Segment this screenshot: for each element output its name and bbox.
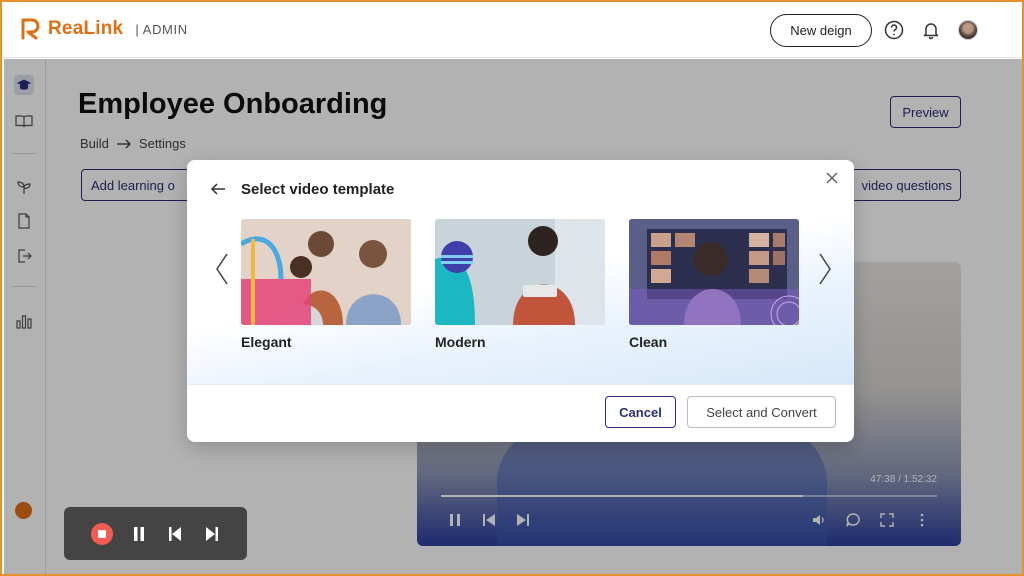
modal-title: Select video template <box>241 181 395 198</box>
chevron-right-icon[interactable] <box>817 252 833 286</box>
logo[interactable]: ReaLink | ADMIN <box>20 17 188 41</box>
template-label: Elegant <box>241 334 292 350</box>
pause-icon[interactable] <box>128 523 150 545</box>
template-card-clean[interactable]: Clean <box>629 219 799 350</box>
select-and-convert-button[interactable]: Select and Convert <box>687 396 836 428</box>
template-card-modern[interactable]: Modern <box>435 219 605 350</box>
template-thumbnail <box>241 219 411 325</box>
clean-preview-image <box>629 219 799 325</box>
realink-logo-icon <box>21 18 40 40</box>
app-window: ReaLink | ADMIN New deign Employee Onboa… <box>0 0 1024 576</box>
elegant-preview-image <box>241 219 411 325</box>
brand-name: ReaLink <box>48 18 124 39</box>
select-template-modal: Select video template Elegant Modern Cle… <box>187 160 854 442</box>
template-card-elegant[interactable]: Elegant <box>241 219 411 350</box>
top-bar: ReaLink | ADMIN New deign <box>2 2 1022 58</box>
cancel-button[interactable]: Cancel <box>605 396 676 428</box>
modern-preview-image <box>435 219 605 325</box>
back-arrow-icon[interactable] <box>209 180 227 198</box>
bell-icon[interactable] <box>921 20 941 40</box>
template-thumbnail <box>629 219 799 325</box>
chevron-left-icon[interactable] <box>214 252 230 286</box>
skip-back-icon[interactable] <box>164 523 186 545</box>
section-label: | ADMIN <box>135 21 188 37</box>
close-icon[interactable] <box>824 170 840 186</box>
modal-divider <box>187 384 854 385</box>
template-thumbnail <box>435 219 605 325</box>
avatar[interactable] <box>958 20 978 40</box>
stop-icon[interactable] <box>91 523 113 545</box>
help-icon[interactable] <box>884 20 904 40</box>
new-design-button[interactable]: New deign <box>770 14 872 47</box>
template-label: Modern <box>435 334 486 350</box>
recorder-toolbar <box>64 507 247 560</box>
skip-forward-icon[interactable] <box>201 523 223 545</box>
template-label: Clean <box>629 334 668 350</box>
